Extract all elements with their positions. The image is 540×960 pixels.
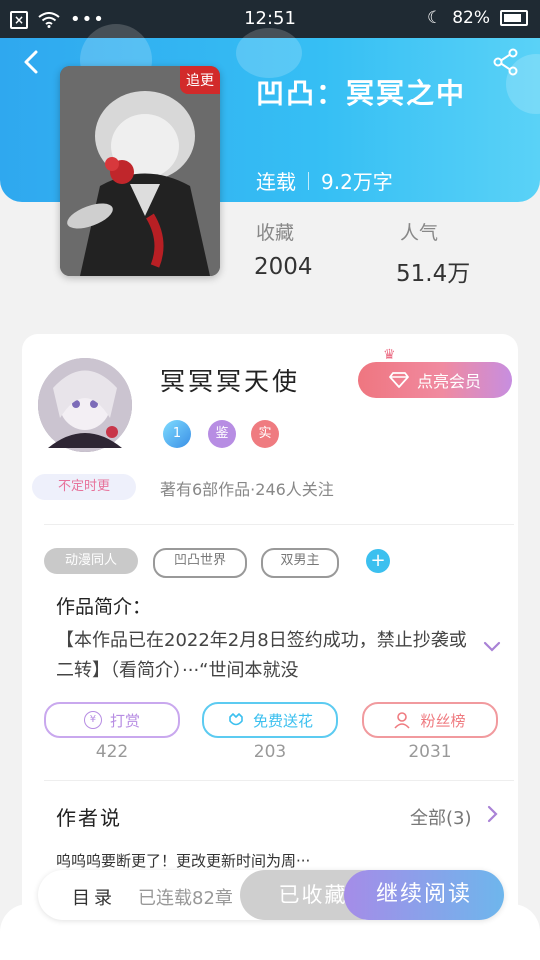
tip-button-label: 打赏 [109,711,140,730]
divider [44,780,514,781]
continue-reading-button[interactable]: 继续阅读 [344,870,504,920]
user-icon [394,712,411,729]
level-badge-icon[interactable]: 1 [163,420,191,448]
battery-icon [500,10,528,26]
fan-ranking-label: 粉丝榜 [420,711,466,730]
book-title: 凹凸：冥冥之中 [256,77,467,110]
back-chevron-icon[interactable] [18,48,46,76]
author-says-title: 作者说 [56,806,122,830]
popularity-label: 人气 [400,222,439,244]
fan-ranking-button[interactable]: 粉丝榜 [362,702,498,738]
tag-item[interactable]: 双男主 [261,548,339,578]
author-avatar[interactable] [38,358,132,452]
flower-icon [229,713,243,726]
tip-button[interactable]: ¥ 打赏 [44,702,180,738]
toc-button[interactable]: 目录 [72,884,116,910]
vip-button[interactable]: 点亮会员 [358,362,512,398]
flower-count: 203 [253,742,287,762]
author-name[interactable]: 冥冥冥天使 [160,362,300,398]
send-flower-label: 免费送花 [252,711,313,730]
tip-count: 422 [95,742,129,762]
collect-label: 收藏 [256,222,295,244]
crown-icon: ♛ [383,347,396,363]
avatar-update-tag: 不定时更 [32,474,136,500]
tag-item[interactable]: 动漫同人 [44,548,138,574]
intro-text[interactable]: 【本作品已在2022年2月8日签约成功，禁止抄袭或二转】（看简介）···“世间本… [56,626,476,686]
expand-chevron-icon[interactable] [482,640,502,654]
cover-illustration [60,66,220,276]
verified-badge-icon[interactable]: 实 [251,420,279,448]
author-stats: 著有6部作品·246人关注 [160,480,334,499]
tag-item[interactable]: 凹凸世界 [153,548,247,578]
moon-icon: ☾ [426,8,443,28]
fan-count: 2031 [408,742,452,762]
intro-title: 作品简介： [56,596,152,618]
cover-tag: 追更 [180,66,220,94]
appraisal-badge-icon[interactable]: 鉴 [208,420,236,448]
add-tag-button[interactable]: + [366,549,390,573]
meta-divider [308,171,309,190]
coin-icon: ¥ [83,711,102,729]
vip-button-label: 点亮会员 [416,372,481,391]
author-says-all-link[interactable]: 全部(3) [410,804,472,830]
send-flower-button[interactable]: 免费送花 [202,702,338,738]
battery-percent: 82% [452,8,490,28]
popularity-value: 51.4万 [396,261,471,287]
divider [44,524,514,525]
book-cover[interactable]: 追更 [60,66,220,276]
diamond-icon [389,372,409,388]
word-count: 9.2万字 [321,170,393,194]
author-says-text[interactable]: 呜呜呜要断更了！更改更新时间为周··· [56,850,310,871]
toc-status[interactable]: 已连载82章 [138,884,248,910]
book-meta: 连载 9.2万字 [256,166,393,195]
book-status: 连载 [256,170,296,194]
collect-value: 2004 [254,254,313,280]
chevron-right-icon[interactable] [486,804,500,824]
